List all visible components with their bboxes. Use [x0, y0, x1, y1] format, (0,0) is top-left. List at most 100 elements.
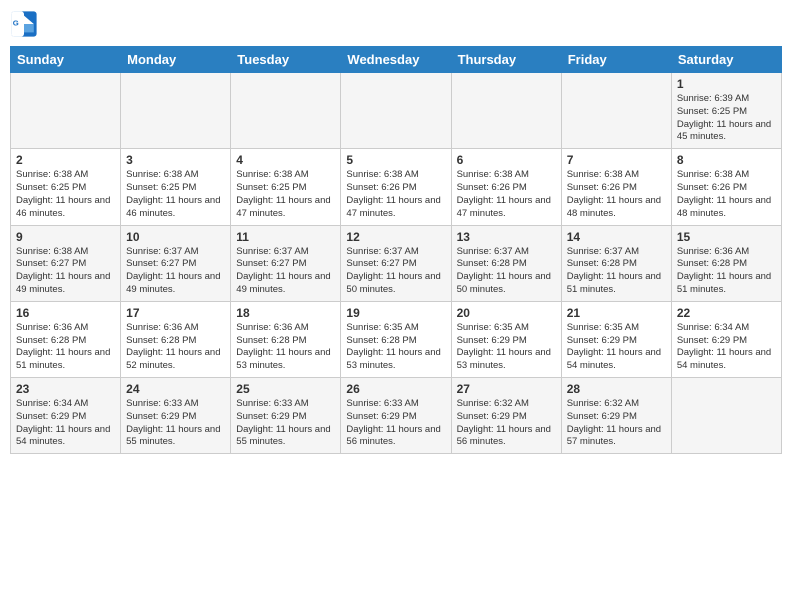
calendar-cell: 23 Sunrise: 6:34 AM Sunset: 6:29 PM Dayli… — [11, 378, 121, 454]
day-number: 2 — [16, 153, 115, 167]
week-row-5: 23 Sunrise: 6:34 AM Sunset: 6:29 PM Dayli… — [11, 378, 782, 454]
day-number: 24 — [126, 382, 225, 396]
calendar-cell: 27 Sunrise: 6:32 AM Sunset: 6:29 PM Dayli… — [451, 378, 561, 454]
day-number: 16 — [16, 306, 115, 320]
day-number: 25 — [236, 382, 335, 396]
weekday-header-sunday: Sunday — [11, 47, 121, 73]
day-number: 14 — [567, 230, 666, 244]
week-row-1: 1 Sunrise: 6:39 AM Sunset: 6:25 PM Daylig… — [11, 73, 782, 149]
day-number: 13 — [457, 230, 556, 244]
week-row-3: 9 Sunrise: 6:38 AM Sunset: 6:27 PM Daylig… — [11, 225, 782, 301]
day-number: 21 — [567, 306, 666, 320]
day-number: 10 — [126, 230, 225, 244]
calendar-cell — [561, 73, 671, 149]
day-number: 28 — [567, 382, 666, 396]
calendar-cell: 6Sunrise: 6:38 AM Sunset: 6:26 PM Daylig… — [451, 149, 561, 225]
calendar-cell: 28 Sunrise: 6:32 AM Sunset: 6:29 PM Dayli… — [561, 378, 671, 454]
day-number: 27 — [457, 382, 556, 396]
day-number: 23 — [16, 382, 115, 396]
weekday-header-friday: Friday — [561, 47, 671, 73]
day-info: Sunrise: 6:33 AM Sunset: 6:29 PM Dayligh… — [236, 398, 335, 449]
day-number: 22 — [677, 306, 776, 320]
day-info: Sunrise: 6:37 AM Sunset: 6:27 PM Dayligh… — [126, 246, 225, 297]
calendar-cell: 9 Sunrise: 6:38 AM Sunset: 6:27 PM Daylig… — [11, 225, 121, 301]
day-info: Sunrise: 6:34 AM Sunset: 6:29 PM Dayligh… — [16, 398, 115, 449]
calendar-cell: 15 Sunrise: 6:36 AM Sunset: 6:28 PM Dayli… — [671, 225, 781, 301]
day-info: Sunrise: 6:38 AM Sunset: 6:26 PM Dayligh… — [567, 169, 666, 220]
day-info: Sunrise: 6:35 AM Sunset: 6:28 PM Dayligh… — [346, 322, 445, 373]
day-info: Sunrise: 6:32 AM Sunset: 6:29 PM Dayligh… — [567, 398, 666, 449]
calendar-cell: 13 Sunrise: 6:37 AM Sunset: 6:28 PM Dayli… — [451, 225, 561, 301]
day-info: Sunrise: 6:35 AM Sunset: 6:29 PM Dayligh… — [567, 322, 666, 373]
day-info: Sunrise: 6:33 AM Sunset: 6:29 PM Dayligh… — [346, 398, 445, 449]
weekday-header-thursday: Thursday — [451, 47, 561, 73]
day-number: 6 — [457, 153, 556, 167]
day-number: 15 — [677, 230, 776, 244]
calendar-cell — [451, 73, 561, 149]
logo: G — [10, 10, 42, 38]
calendar-cell — [11, 73, 121, 149]
calendar-cell: 10 Sunrise: 6:37 AM Sunset: 6:27 PM Dayli… — [121, 225, 231, 301]
calendar-cell: 12Sunrise: 6:37 AM Sunset: 6:27 PM Dayli… — [341, 225, 451, 301]
weekday-header-row: SundayMondayTuesdayWednesdayThursdayFrid… — [11, 47, 782, 73]
calendar-cell — [671, 378, 781, 454]
day-number: 19 — [346, 306, 445, 320]
day-info: Sunrise: 6:37 AM Sunset: 6:27 PM Dayligh… — [236, 246, 335, 297]
day-info: Sunrise: 6:39 AM Sunset: 6:25 PM Dayligh… — [677, 93, 776, 144]
day-number: 11 — [236, 230, 335, 244]
calendar-cell — [121, 73, 231, 149]
day-number: 8 — [677, 153, 776, 167]
day-number: 3 — [126, 153, 225, 167]
calendar-cell: 14 Sunrise: 6:37 AM Sunset: 6:28 PM Dayli… — [561, 225, 671, 301]
day-info: Sunrise: 6:36 AM Sunset: 6:28 PM Dayligh… — [236, 322, 335, 373]
day-info: Sunrise: 6:38 AM Sunset: 6:26 PM Dayligh… — [346, 169, 445, 220]
day-number: 9 — [16, 230, 115, 244]
page-header: G — [10, 10, 782, 38]
day-number: 26 — [346, 382, 445, 396]
calendar-cell: 18 Sunrise: 6:36 AM Sunset: 6:28 PM Dayli… — [231, 301, 341, 377]
calendar-cell: 8Sunrise: 6:38 AM Sunset: 6:26 PM Daylig… — [671, 149, 781, 225]
logo-icon: G — [10, 10, 38, 38]
day-info: Sunrise: 6:37 AM Sunset: 6:28 PM Dayligh… — [567, 246, 666, 297]
day-info: Sunrise: 6:37 AM Sunset: 6:28 PM Dayligh… — [457, 246, 556, 297]
calendar-page: G SundayMondayTuesdayWednesdayThursdayFr… — [0, 0, 792, 612]
day-info: Sunrise: 6:38 AM Sunset: 6:25 PM Dayligh… — [16, 169, 115, 220]
day-number: 4 — [236, 153, 335, 167]
svg-text:G: G — [13, 18, 19, 27]
day-number: 1 — [677, 77, 776, 91]
calendar-cell: 21 Sunrise: 6:35 AM Sunset: 6:29 PM Dayli… — [561, 301, 671, 377]
day-number: 12 — [346, 230, 445, 244]
day-info: Sunrise: 6:36 AM Sunset: 6:28 PM Dayligh… — [126, 322, 225, 373]
day-info: Sunrise: 6:38 AM Sunset: 6:25 PM Dayligh… — [236, 169, 335, 220]
calendar-cell: 4 Sunrise: 6:38 AM Sunset: 6:25 PM Daylig… — [231, 149, 341, 225]
week-row-2: 2 Sunrise: 6:38 AM Sunset: 6:25 PM Daylig… — [11, 149, 782, 225]
calendar-cell: 26 Sunrise: 6:33 AM Sunset: 6:29 PM Dayli… — [341, 378, 451, 454]
weekday-header-monday: Monday — [121, 47, 231, 73]
calendar-cell: 16Sunrise: 6:36 AM Sunset: 6:28 PM Dayli… — [11, 301, 121, 377]
calendar-cell: 1 Sunrise: 6:39 AM Sunset: 6:25 PM Daylig… — [671, 73, 781, 149]
day-info: Sunrise: 6:38 AM Sunset: 6:27 PM Dayligh… — [16, 246, 115, 297]
day-number: 18 — [236, 306, 335, 320]
day-info: Sunrise: 6:32 AM Sunset: 6:29 PM Dayligh… — [457, 398, 556, 449]
calendar-cell: 20Sunrise: 6:35 AM Sunset: 6:29 PM Dayli… — [451, 301, 561, 377]
calendar-cell: 2 Sunrise: 6:38 AM Sunset: 6:25 PM Daylig… — [11, 149, 121, 225]
day-info: Sunrise: 6:33 AM Sunset: 6:29 PM Dayligh… — [126, 398, 225, 449]
calendar-cell: 5 Sunrise: 6:38 AM Sunset: 6:26 PM Daylig… — [341, 149, 451, 225]
calendar-cell — [341, 73, 451, 149]
calendar-cell: 7 Sunrise: 6:38 AM Sunset: 6:26 PM Daylig… — [561, 149, 671, 225]
calendar-cell: 22 Sunrise: 6:34 AM Sunset: 6:29 PM Dayli… — [671, 301, 781, 377]
day-info: Sunrise: 6:38 AM Sunset: 6:25 PM Dayligh… — [126, 169, 225, 220]
day-number: 20 — [457, 306, 556, 320]
weekday-header-saturday: Saturday — [671, 47, 781, 73]
calendar-cell: 24 Sunrise: 6:33 AM Sunset: 6:29 PM Dayli… — [121, 378, 231, 454]
day-info: Sunrise: 6:34 AM Sunset: 6:29 PM Dayligh… — [677, 322, 776, 373]
day-info: Sunrise: 6:36 AM Sunset: 6:28 PM Dayligh… — [677, 246, 776, 297]
day-number: 17 — [126, 306, 225, 320]
calendar-cell: 3 Sunrise: 6:38 AM Sunset: 6:25 PM Daylig… — [121, 149, 231, 225]
calendar-cell — [231, 73, 341, 149]
day-number: 5 — [346, 153, 445, 167]
weekday-header-wednesday: Wednesday — [341, 47, 451, 73]
calendar-cell: 11 Sunrise: 6:37 AM Sunset: 6:27 PM Dayli… — [231, 225, 341, 301]
day-number: 7 — [567, 153, 666, 167]
weekday-header-tuesday: Tuesday — [231, 47, 341, 73]
